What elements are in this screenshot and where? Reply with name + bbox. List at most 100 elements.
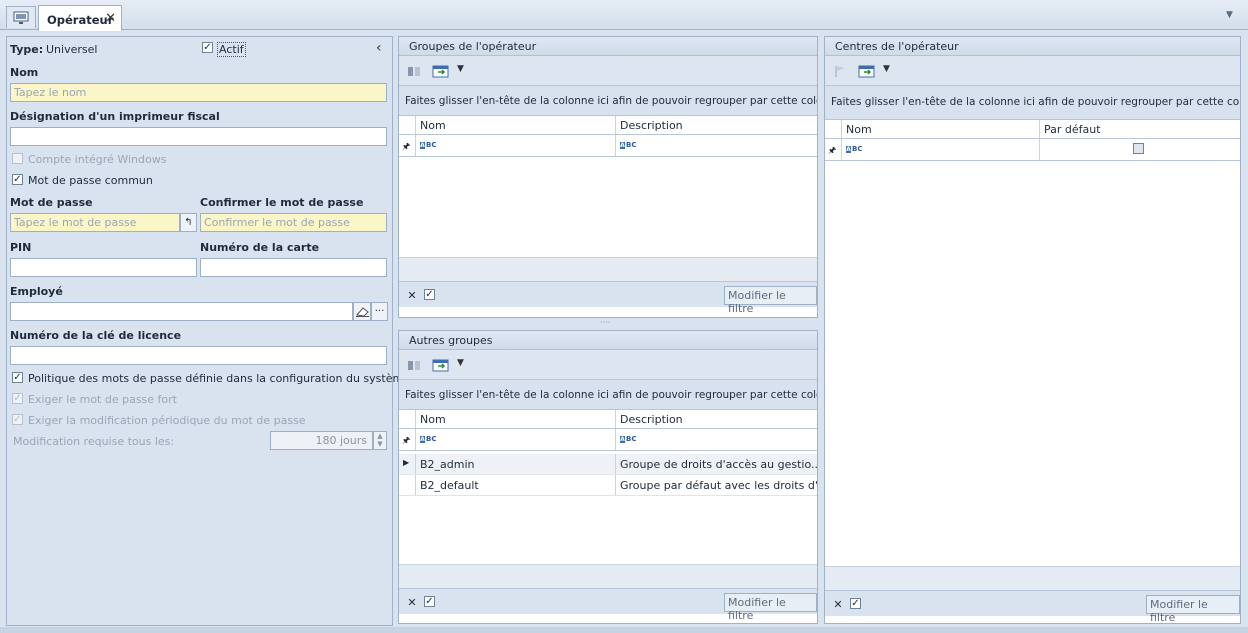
clear-employee-button[interactable] [353,302,371,321]
abc-icon: ABC [620,435,637,443]
operator-groups-panel: Groupes de l'opérateur ▼ Faites glisser … [398,36,818,318]
group-by-area[interactable]: Faites glisser l'en-tête de la colonne i… [399,380,817,410]
operator-groups-title: Groupes de l'opérateur [399,37,817,56]
clear-filter-icon[interactable]: ✕ [404,287,420,303]
windows-account-label: Compte intégré Windows [28,153,167,166]
filter-cell-nom[interactable]: ABC [841,139,1039,160]
password-input[interactable]: Tapez le mot de passe [10,213,180,232]
grid-header: Nom Description [399,116,817,135]
group-by-area[interactable]: Faites glisser l'en-tête de la colonne i… [399,86,817,116]
close-icon[interactable]: ✕ [105,11,116,26]
default-filter-checkbox[interactable] [1133,143,1144,154]
remove-group-button[interactable] [405,63,423,79]
strong-password-label: Exiger le mot de passe fort [28,393,177,406]
group-by-area[interactable]: Faites glisser l'en-tête de la colonne i… [825,86,1240,120]
column-header-description[interactable]: Description [615,116,818,134]
modification-label: Modification requise tous les: [13,435,175,448]
license-input[interactable] [10,346,387,365]
pin-label: PIN [10,241,32,254]
password-label: Mot de passe [10,196,93,209]
tab-operateur[interactable]: Opérateur ✕ [38,5,122,31]
export-button[interactable] [857,63,875,79]
row-indicator-icon: ▶ [403,458,410,467]
other-groups-panel: Autres groupes ▼ Faites glisser l'en-têt… [398,330,818,624]
column-header-description[interactable]: Description [615,410,818,428]
tab-operateur-label: Opérateur [47,13,114,27]
export-button[interactable] [431,63,449,79]
active-checkbox[interactable]: ✓ [202,42,213,53]
export-grid-icon [432,65,448,77]
common-password-checkbox[interactable]: ✓ [12,174,23,185]
home-tab[interactable] [6,6,36,28]
export-chevron-down-icon[interactable]: ▼ [457,64,464,74]
fiscal-input[interactable] [10,127,387,146]
operator-groups-toolbar: ▼ [399,56,817,86]
tab-bar [0,0,1248,30]
export-grid-icon [432,359,448,371]
export-chevron-down-icon[interactable]: ▼ [883,64,890,74]
abc-icon: ABC [846,145,863,153]
enable-filter-checkbox[interactable]: ✓ [424,596,435,607]
tab-overflow-chevron-down-icon[interactable]: ▼ [1226,10,1236,20]
grid-body [399,496,817,564]
modification-interval-input[interactable]: 180 jours [270,431,373,450]
other-groups-toolbar: ▼ [399,350,817,380]
type-value: Universel [46,43,98,56]
enable-filter-checkbox[interactable]: ✓ [850,598,861,609]
export-chevron-down-icon[interactable]: ▼ [457,358,464,368]
row-name: B2_default [415,475,615,495]
collapse-chevron-left-icon[interactable]: ‹ [376,40,382,56]
interval-stepper[interactable]: ▲ ▼ [373,431,387,450]
policy-checkbox[interactable]: ✓ [12,372,23,383]
other-groups-title: Autres groupes [399,331,817,350]
filter-cell-par-defaut[interactable] [1039,139,1241,160]
operator-centers-title: Centres de l'opérateur [825,37,1240,56]
column-header-nom[interactable]: Nom [415,410,615,428]
column-header-nom[interactable]: Nom [841,120,1039,138]
clear-filter-icon[interactable]: ✕ [404,594,420,610]
monitor-icon [13,11,29,24]
password-placeholder: Tapez le mot de passe [14,216,137,229]
filter-cell-nom[interactable]: ABC [415,429,615,450]
strong-password-checkbox[interactable]: ✓ [12,393,23,404]
filter-cell-description[interactable]: ABC [615,135,818,156]
edit-filter-button[interactable]: Modifier le filtre [724,593,817,622]
clear-filter-icon[interactable]: ✕ [830,596,846,612]
browse-employee-button[interactable]: ··· [371,302,388,321]
confirm-password-input[interactable]: Confirmer le mot de passe [200,213,387,232]
filter-row: 🖈 ABC ABC [399,135,817,157]
employee-input[interactable] [10,302,353,321]
set-default-button[interactable] [831,63,849,79]
add-group-button[interactable] [405,357,423,373]
pin-input[interactable] [10,258,197,277]
export-button[interactable] [431,357,449,373]
windows-account-checkbox[interactable] [12,153,23,164]
row-description: Groupe de droits d'accès au gestio... [615,454,818,474]
confirm-placeholder: Confirmer le mot de passe [204,216,350,229]
column-header-par-defaut[interactable]: Par défaut [1039,120,1241,138]
reveal-password-button[interactable]: ↰ [180,213,197,232]
name-input[interactable]: Tapez le nom [10,83,387,102]
edit-filter-button[interactable]: Modifier le filtre [1146,595,1240,624]
employee-label: Employé [10,285,63,298]
periodic-change-checkbox[interactable]: ✓ [12,414,23,425]
filter-cell-nom[interactable]: ABC [415,135,615,156]
operator-centers-panel: Centres de l'opérateur ▼ Faites glisser … [824,36,1241,624]
edit-filter-button[interactable]: Modifier le filtre [724,286,817,315]
abc-icon: ABC [420,141,437,149]
bottom-strip [0,627,1248,633]
grid-footer-band [399,257,817,281]
table-row[interactable]: ▶ B2_admin Groupe de droits d'accès au g… [399,454,818,475]
abc-icon: ABC [420,435,437,443]
filter-row: 🖈 ABC [825,139,1240,161]
table-row[interactable]: B2_default Groupe par défaut avec les dr… [399,475,818,496]
card-number-input[interactable] [200,258,387,277]
filter-cell-description[interactable]: ABC [615,429,818,450]
active-label[interactable]: Actif [217,42,246,57]
enable-filter-checkbox[interactable]: ✓ [424,289,435,300]
fiscal-label: Désignation d'un imprimeur fiscal [10,110,220,123]
column-header-nom[interactable]: Nom [415,116,615,134]
row-description: Groupe par défaut avec les droits d'... [615,475,818,495]
filter-pin-icon: 🖈 [402,436,411,446]
splitter-handle[interactable]: ···· [600,319,616,327]
